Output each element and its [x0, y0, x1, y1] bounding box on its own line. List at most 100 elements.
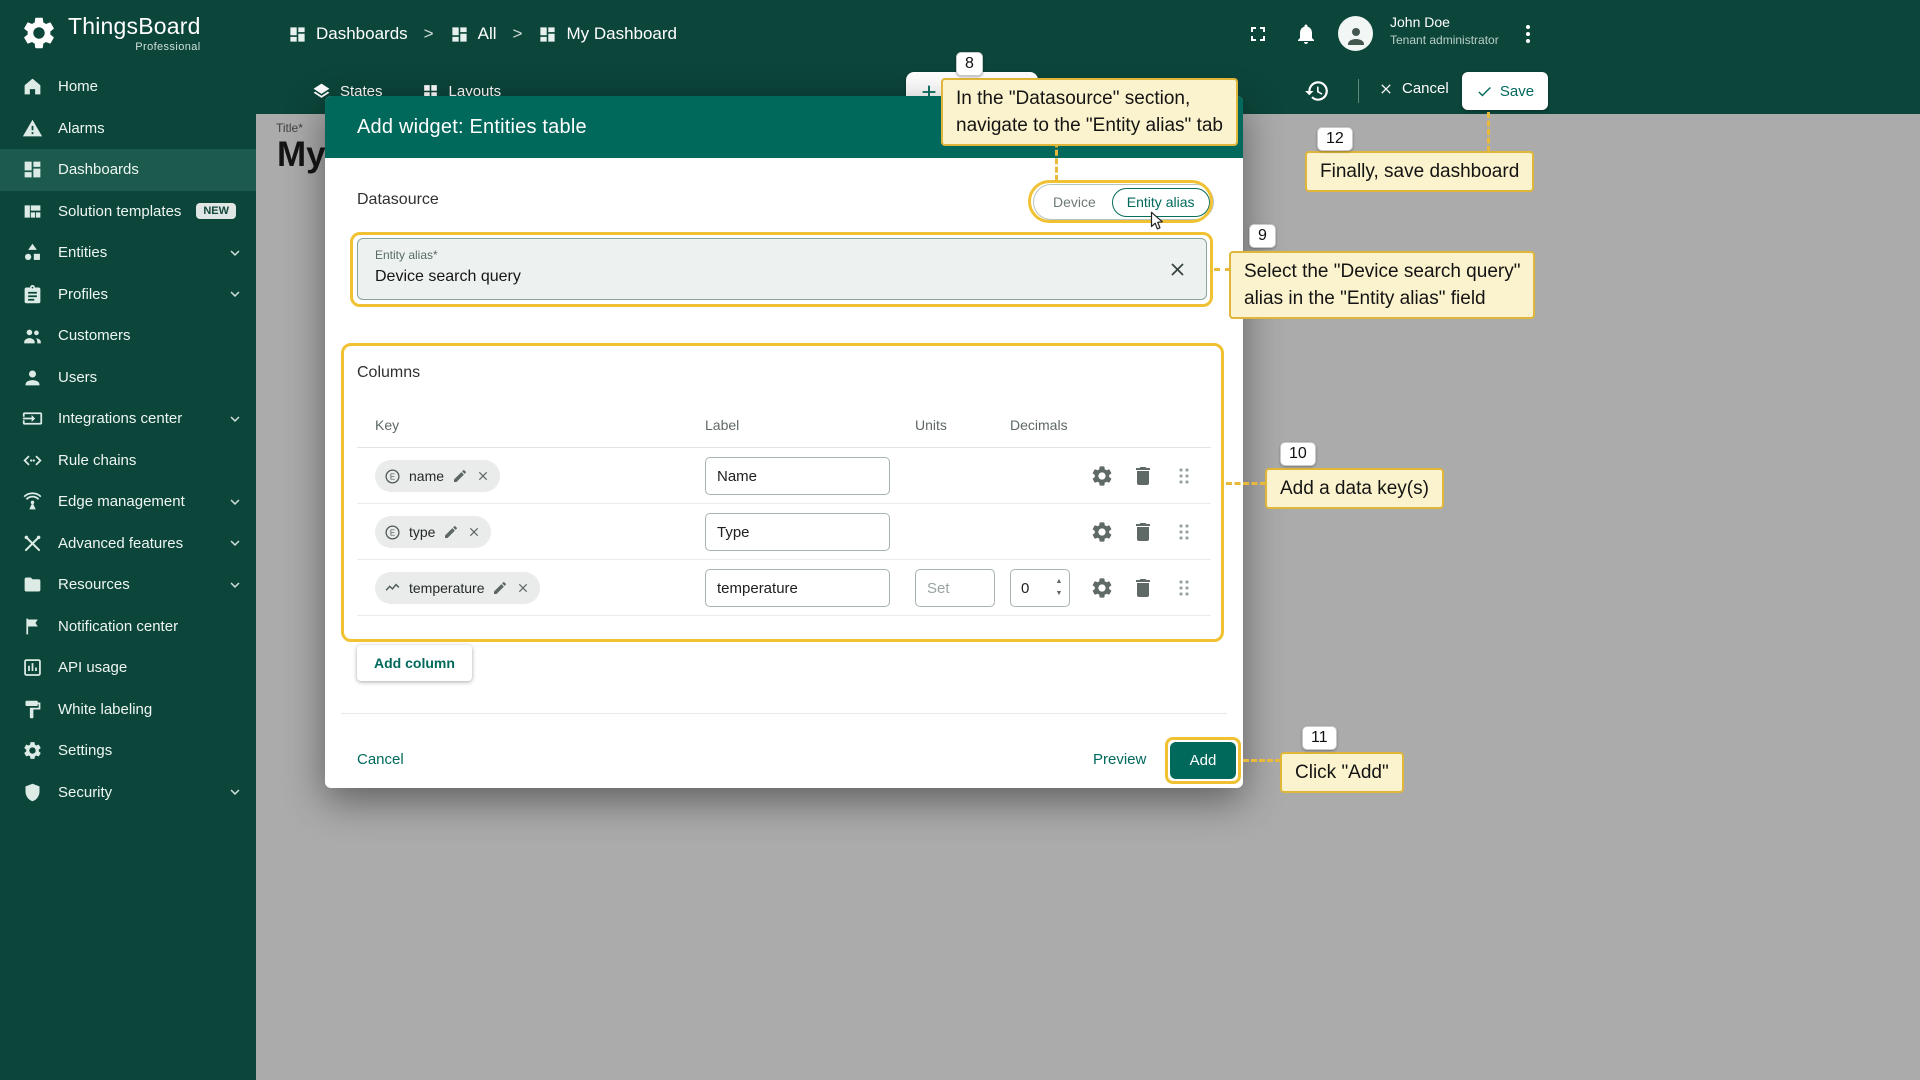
entity-alias-field[interactable]: Entity alias* Device search query — [357, 238, 1207, 300]
spinner-up-icon[interactable]: ▲ — [1053, 577, 1065, 586]
avatar[interactable] — [1338, 16, 1373, 51]
user-role: Tenant administrator — [1390, 33, 1499, 47]
resources-icon — [22, 574, 43, 595]
logo-subtitle: Professional — [68, 41, 201, 53]
column-delete-button[interactable] — [1131, 520, 1155, 544]
sidebar-item-integrations-center[interactable]: Integrations center — [0, 398, 256, 440]
header-key: Key — [375, 417, 399, 433]
sidebar-item-home[interactable]: Home — [0, 66, 256, 108]
annotation-callout: Select the "Device search query" alias i… — [1229, 251, 1535, 319]
column-label-input[interactable] — [705, 569, 890, 607]
edit-cancel-button[interactable]: Cancel — [1378, 80, 1449, 97]
dashboard-title-label: Title* — [276, 121, 303, 135]
column-delete-button[interactable] — [1131, 576, 1155, 600]
logo-text: ThingsBoard Professional — [68, 13, 201, 53]
tab-device[interactable]: Device — [1037, 194, 1112, 210]
breadcrumb: Dashboards>All>My Dashboard — [288, 0, 677, 68]
column-label-input[interactable] — [705, 457, 890, 495]
edit-key-icon[interactable] — [452, 468, 468, 484]
sidebar-item-advanced-features[interactable]: Advanced features — [0, 523, 256, 565]
dialog-preview-button[interactable]: Preview — [1093, 751, 1146, 768]
column-row: temperature▲▼ — [357, 560, 1211, 616]
sidebar-item-alarms[interactable]: Alarms — [0, 108, 256, 150]
sidebar-item-label: Users — [58, 369, 244, 386]
svg-text:E: E — [390, 472, 395, 481]
users-icon — [22, 367, 43, 388]
sidebar-item-customers[interactable]: Customers — [0, 315, 256, 357]
remove-key-icon[interactable] — [467, 525, 481, 539]
edge-icon — [22, 491, 43, 512]
column-decimals-input[interactable] — [1010, 569, 1070, 607]
save-dashboard-button[interactable]: Save — [1462, 72, 1548, 110]
chevron-down-icon — [226, 534, 244, 552]
notifications-bell-icon[interactable] — [1294, 22, 1318, 46]
column-drag-handle[interactable] — [1172, 464, 1196, 488]
sidebar-item-api-usage[interactable]: API usage — [0, 647, 256, 689]
tab-entity-alias[interactable]: Entity alias — [1112, 188, 1210, 217]
sidebar-item-settings[interactable]: Settings — [0, 730, 256, 772]
header-units: Units — [915, 417, 947, 433]
dialog-title: Add widget: Entities table — [357, 116, 587, 139]
entity-alias-field-label: Entity alias* — [375, 248, 438, 262]
column-units-input[interactable] — [915, 569, 995, 607]
add-column-button[interactable]: Add column — [357, 645, 472, 681]
remove-key-icon[interactable] — [516, 581, 530, 595]
sidebar-item-label: Notification center — [58, 618, 244, 635]
column-settings-button[interactable] — [1090, 464, 1114, 488]
column-settings-button[interactable] — [1090, 520, 1114, 544]
data-key-chip[interactable]: temperature — [375, 572, 540, 604]
breadcrumb-label: All — [478, 24, 497, 44]
history-icon[interactable] — [1304, 78, 1330, 104]
data-key-chip[interactable]: Ename — [375, 460, 500, 492]
sidebar-item-white-labeling[interactable]: White labeling — [0, 689, 256, 731]
profiles-icon — [22, 284, 43, 305]
annotation-callout: In the "Datasource" section, navigate to… — [941, 78, 1238, 146]
data-key-label: name — [409, 468, 444, 484]
spinner-down-icon[interactable]: ▼ — [1053, 589, 1065, 598]
column-decimals-field: ▲▼ — [1010, 569, 1070, 607]
logo-title: ThingsBoard — [68, 13, 201, 39]
dashboard-title-input[interactable]: My — [277, 135, 326, 175]
user-menu-icon[interactable] — [1516, 22, 1540, 46]
toolbar-divider — [1358, 79, 1359, 103]
dialog-add-button[interactable]: Add — [1170, 742, 1236, 779]
user-info: John Doe Tenant administrator — [1390, 14, 1499, 47]
breadcrumb-label: Dashboards — [316, 24, 408, 44]
dialog-cancel-button[interactable]: Cancel — [357, 751, 404, 768]
sidebar-item-entities[interactable]: Entities — [0, 232, 256, 274]
annotation-callout: Add a data key(s) — [1265, 468, 1444, 509]
sidebar-item-label: Dashboards — [58, 161, 244, 178]
sidebar-item-label: Integrations center — [58, 410, 226, 427]
breadcrumb-item-my-dashboard[interactable]: My Dashboard — [538, 24, 677, 44]
add-widget-dialog: Add widget: Entities table Datasource De… — [325, 96, 1243, 788]
columns-table: Key Label Units Decimals EnameEtypetempe… — [357, 404, 1211, 616]
column-delete-button[interactable] — [1131, 464, 1155, 488]
dashboards-icon — [450, 25, 469, 44]
edit-key-icon[interactable] — [492, 580, 508, 596]
sidebar-item-dashboards[interactable]: Dashboards — [0, 149, 256, 191]
sidebar-item-profiles[interactable]: Profiles — [0, 274, 256, 316]
breadcrumb-item-dashboards[interactable]: Dashboards — [288, 24, 408, 44]
annotation-callout: Finally, save dashboard — [1305, 151, 1534, 192]
sidebar-item-resources[interactable]: Resources — [0, 564, 256, 606]
column-drag-handle[interactable] — [1172, 520, 1196, 544]
sidebar-item-rule-chains[interactable]: Rule chains — [0, 440, 256, 482]
sidebar-item-edge-management[interactable]: Edge management — [0, 481, 256, 523]
user-name: John Doe — [1390, 14, 1499, 30]
column-label-input[interactable] — [705, 513, 890, 551]
logo[interactable]: ThingsBoard Professional — [0, 0, 256, 66]
sidebar-item-notification-center[interactable]: Notification center — [0, 606, 256, 648]
edit-key-icon[interactable] — [443, 524, 459, 540]
sidebar-item-solution-templates[interactable]: Solution templatesNEW — [0, 191, 256, 233]
remove-key-icon[interactable] — [476, 469, 490, 483]
dialog-divider — [341, 713, 1227, 714]
sidebar-item-users[interactable]: Users — [0, 357, 256, 399]
breadcrumb-item-all[interactable]: All — [450, 24, 497, 44]
entity-field-icon: E — [384, 468, 401, 485]
column-drag-handle[interactable] — [1172, 576, 1196, 600]
column-settings-button[interactable] — [1090, 576, 1114, 600]
sidebar-item-security[interactable]: Security — [0, 772, 256, 814]
data-key-chip[interactable]: Etype — [375, 516, 491, 548]
clear-alias-icon[interactable] — [1167, 259, 1188, 280]
fullscreen-icon[interactable] — [1246, 22, 1270, 46]
